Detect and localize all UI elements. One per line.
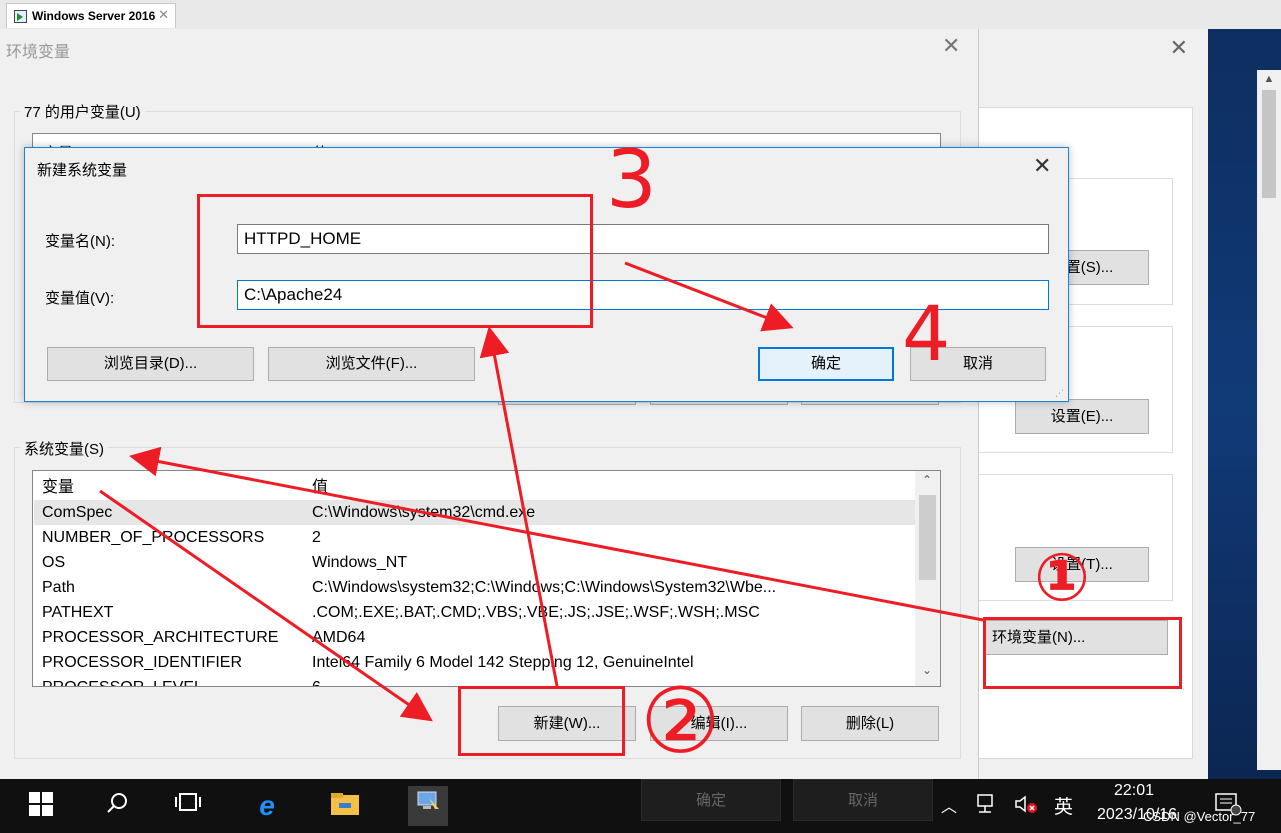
arrow-new-to-inputs (479, 326, 559, 687)
annotation-number-1: ① (1034, 539, 1090, 616)
annotation-number-4: 4 (902, 289, 951, 378)
arrow-env-to-system-vars (129, 446, 984, 622)
annotation-number-2: ② (640, 669, 721, 774)
arrow-system-vars-to-new (99, 489, 433, 722)
arrow-inputs-to-ok (624, 261, 794, 332)
annotation-number-3: 3 (606, 133, 657, 226)
